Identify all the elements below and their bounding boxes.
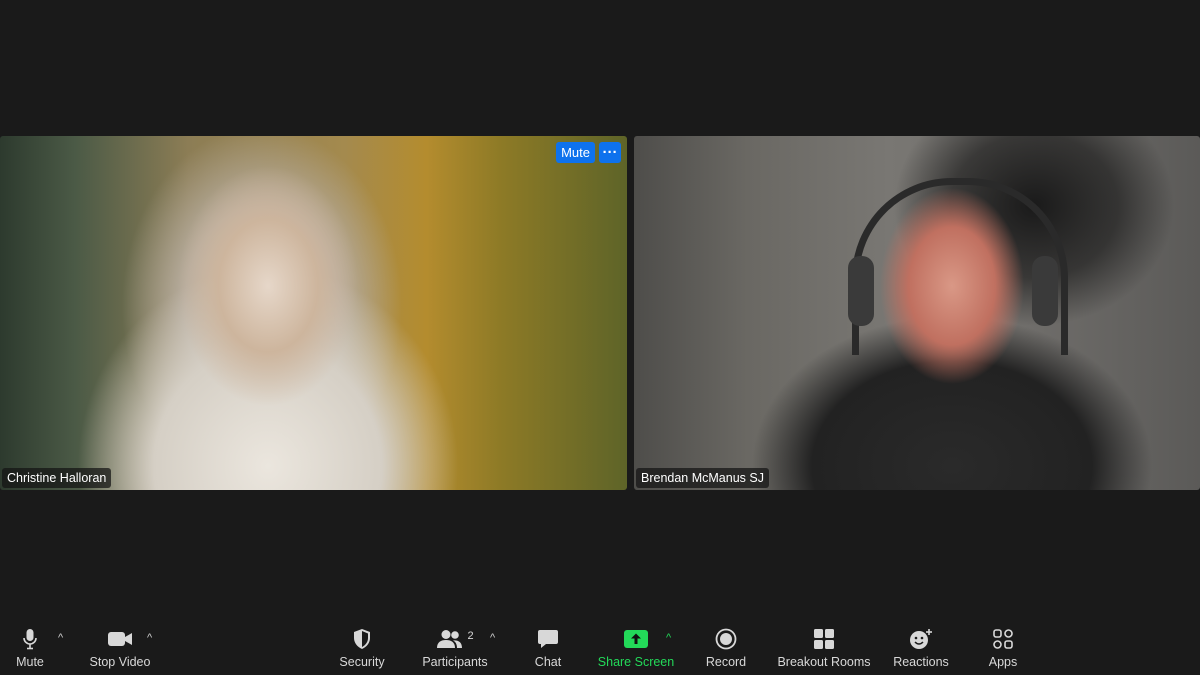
- shield-icon: [353, 627, 371, 651]
- breakout-rooms-button[interactable]: Breakout Rooms: [776, 627, 872, 673]
- share-screen-button[interactable]: Share Screen: [596, 627, 676, 673]
- microphone-icon: [22, 627, 38, 651]
- share-screen-label: Share Screen: [597, 655, 675, 669]
- meeting-window: Mute ··· Christine Halloran Brendan McMa…: [0, 0, 1200, 675]
- tile-actions: Mute ···: [556, 142, 621, 163]
- headphone-cup-right: [1032, 256, 1058, 326]
- mute-label: Mute: [16, 655, 44, 669]
- chat-button[interactable]: Chat: [528, 627, 568, 673]
- chat-label: Chat: [534, 655, 562, 669]
- apps-label: Apps: [988, 655, 1018, 669]
- reactions-label: Reactions: [893, 655, 949, 669]
- reactions-button[interactable]: Reactions: [891, 627, 951, 673]
- video-camera-icon: [107, 627, 133, 651]
- apps-button[interactable]: Apps: [982, 627, 1024, 673]
- stop-video-label: Stop Video: [89, 655, 151, 669]
- participants-button[interactable]: 2 Participants: [419, 627, 491, 673]
- participant-video: [0, 136, 627, 490]
- mute-button[interactable]: Mute: [10, 627, 50, 673]
- record-label: Record: [705, 655, 747, 669]
- breakout-rooms-label: Breakout Rooms: [777, 655, 871, 669]
- record-icon: [715, 627, 737, 651]
- apps-icon: [993, 627, 1013, 651]
- people-icon: 2: [436, 627, 474, 651]
- grid-icon: [813, 627, 835, 651]
- participants-caret-icon[interactable]: ^: [490, 632, 495, 644]
- share-options-caret-icon[interactable]: ^: [666, 632, 671, 644]
- video-tile-christine[interactable]: Mute ··· Christine Halloran: [0, 136, 627, 490]
- share-screen-icon: [624, 627, 648, 651]
- video-tile-brendan[interactable]: Brendan McManus SJ: [634, 136, 1200, 490]
- security-button[interactable]: Security: [336, 627, 388, 673]
- record-button[interactable]: Record: [702, 627, 750, 673]
- headphone-cup-left: [848, 256, 874, 326]
- participants-count: 2: [467, 630, 474, 642]
- participants-label: Participants: [422, 655, 488, 669]
- audio-options-caret-icon[interactable]: ^: [58, 632, 63, 644]
- meeting-toolbar: Mute ^ Stop Video ^ Security 2 Participa…: [0, 623, 1200, 675]
- stop-video-button[interactable]: Stop Video: [86, 627, 154, 673]
- participant-name-label: Brendan McManus SJ: [636, 468, 769, 488]
- mute-participant-button[interactable]: Mute: [556, 142, 595, 163]
- chat-bubble-icon: [537, 627, 559, 651]
- participant-name-label: Christine Halloran: [2, 468, 112, 488]
- smiley-icon: [909, 627, 933, 651]
- security-label: Security: [339, 655, 385, 669]
- more-options-button[interactable]: ···: [599, 142, 621, 163]
- video-options-caret-icon[interactable]: ^: [147, 632, 152, 644]
